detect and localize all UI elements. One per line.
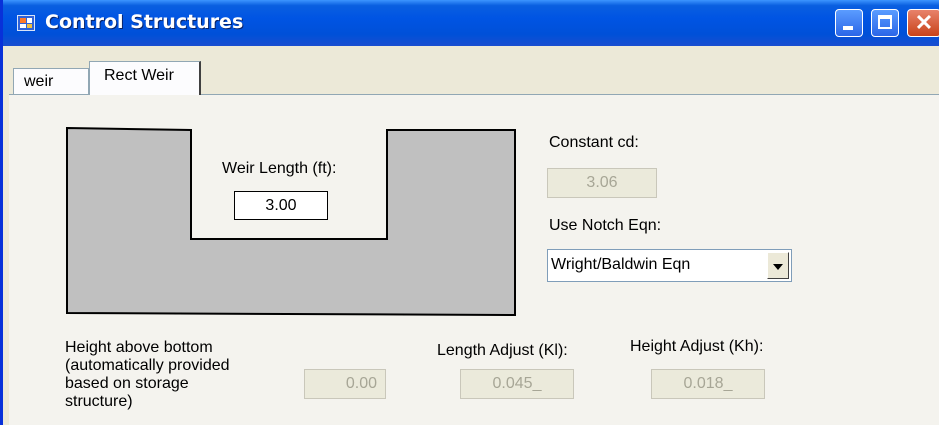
weir-cross-section-shape xyxy=(66,127,516,317)
tab-rect-weir[interactable]: Rect Weir xyxy=(89,61,201,95)
title-bar[interactable]: Control Structures ✕ xyxy=(3,0,939,46)
height-adjust-input[interactable]: 0.018_ xyxy=(651,369,765,399)
weir-length-input[interactable]: 3.00 xyxy=(234,191,328,220)
notch-eqn-label: Use Notch Eqn: xyxy=(549,217,662,234)
maximize-icon xyxy=(878,15,892,29)
height-above-bottom-label: Height above bottom (automatically provi… xyxy=(65,339,230,411)
height-label-line-2: (automatically provided xyxy=(65,357,230,374)
height-label-line-1: Height above bottom xyxy=(65,339,213,356)
length-adjust-input[interactable]: 0.045_ xyxy=(460,369,574,399)
height-label-line-4: structure) xyxy=(65,393,133,410)
close-icon: ✕ xyxy=(914,10,934,35)
weir-diagram xyxy=(66,127,516,317)
minimize-icon xyxy=(843,26,853,30)
notch-eqn-select[interactable]: Wright/Baldwin Eqn xyxy=(547,249,792,282)
length-adjust-label: Length Adjust (Kl): xyxy=(437,342,568,359)
weir-length-label: Weir Length (ft): xyxy=(222,160,337,177)
window-title: Control Structures xyxy=(45,11,244,33)
tab-weir[interactable]: weir xyxy=(13,68,89,95)
control-structures-window: Control Structures ✕ weir Rect Weir Weir… xyxy=(0,0,939,425)
height-above-bottom-input[interactable]: 0.00 xyxy=(304,369,386,399)
chevron-down-icon xyxy=(773,264,783,270)
close-button[interactable]: ✕ xyxy=(907,9,939,37)
constant-cd-input[interactable]: 3.06 xyxy=(547,168,657,198)
dropdown-button[interactable] xyxy=(767,252,789,279)
maximize-button[interactable] xyxy=(871,9,899,37)
height-label-line-3: based on storage xyxy=(65,375,189,392)
height-adjust-label: Height Adjust (Kh): xyxy=(630,338,764,355)
minimize-button[interactable] xyxy=(835,9,863,37)
notch-eqn-selected-value: Wright/Baldwin Eqn xyxy=(551,256,691,273)
constant-cd-label: Constant cd: xyxy=(549,134,639,151)
app-window-icon[interactable] xyxy=(17,15,35,31)
